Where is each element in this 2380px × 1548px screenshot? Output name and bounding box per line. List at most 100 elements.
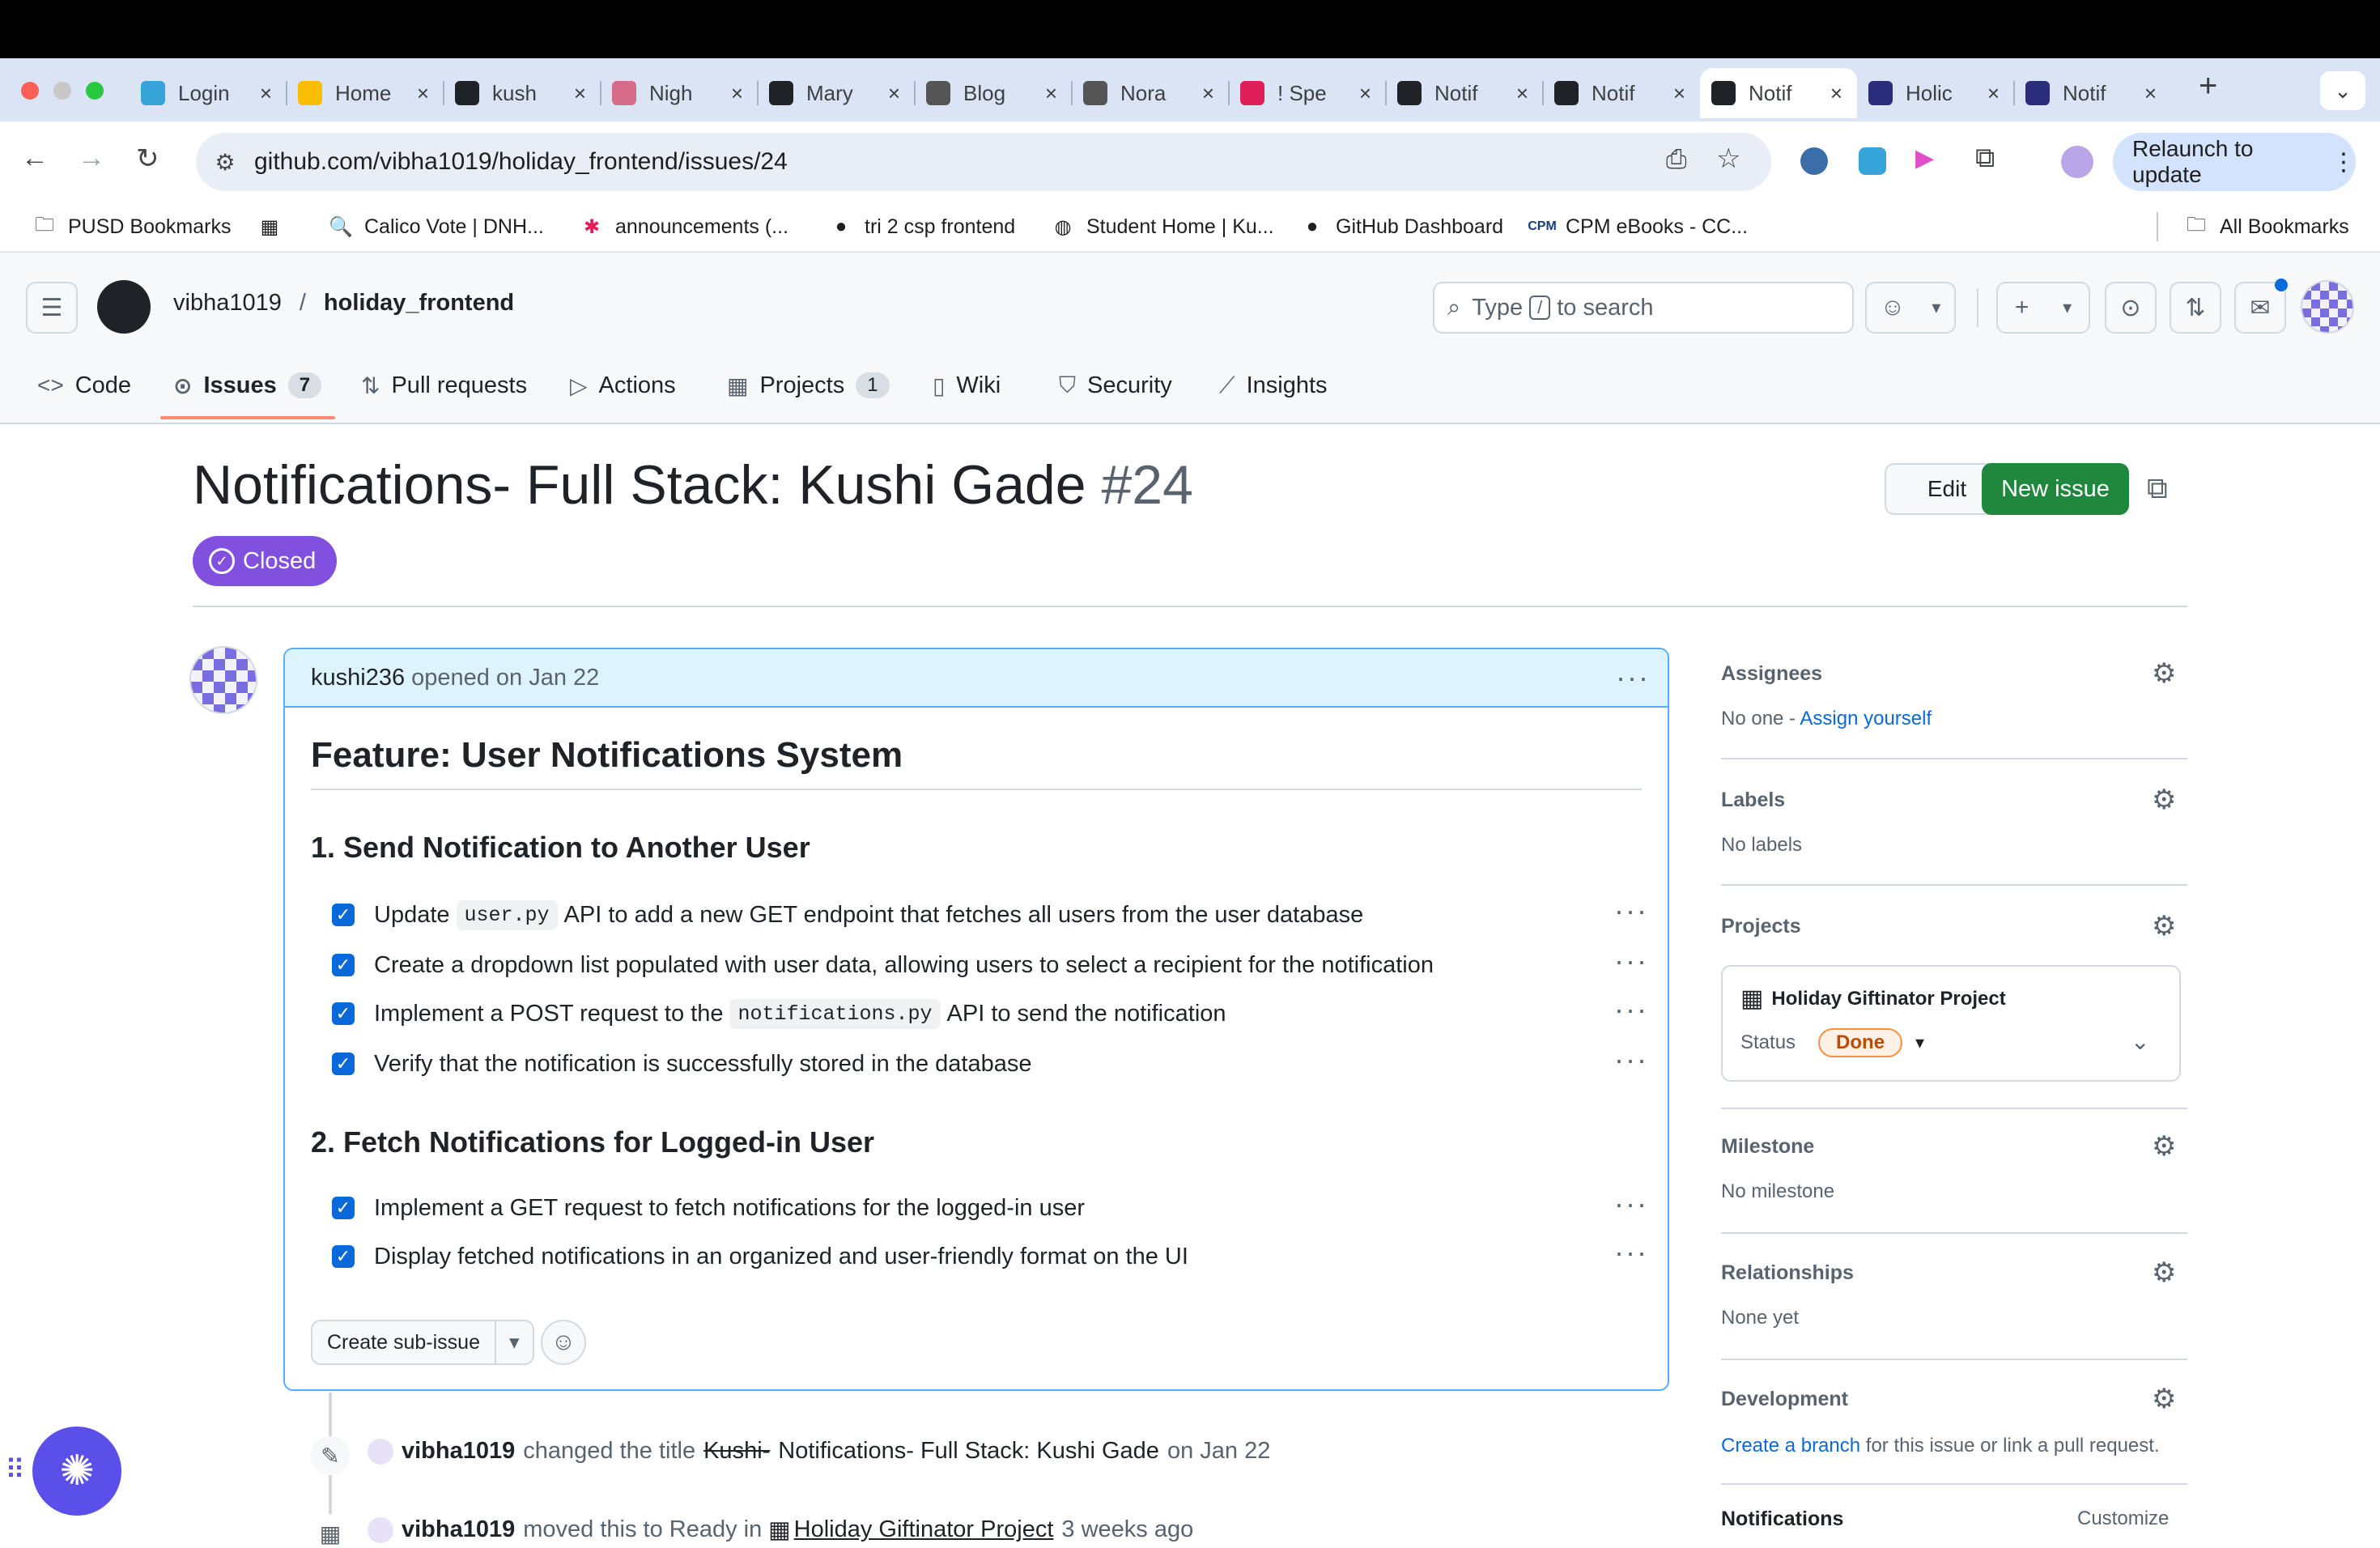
close-tab-icon[interactable]: × bbox=[1516, 81, 1528, 106]
browser-tab[interactable]: Home × bbox=[287, 68, 444, 118]
repo-name-link[interactable]: holiday_frontend bbox=[324, 290, 514, 317]
task-checkbox[interactable]: ✓ bbox=[332, 1197, 355, 1219]
browser-tab[interactable]: Mary × bbox=[758, 68, 915, 118]
tab-actions[interactable]: ▷ Actions bbox=[570, 363, 676, 408]
close-tab-icon[interactable]: × bbox=[1673, 81, 1685, 106]
event-actor[interactable]: vibha1019 bbox=[402, 1516, 515, 1543]
task-checkbox[interactable]: ✓ bbox=[332, 904, 355, 926]
close-tab-icon[interactable]: × bbox=[417, 81, 429, 106]
bookmark-star-icon[interactable]: ☆ bbox=[1716, 142, 1740, 175]
copy-link-icon[interactable]: ⧉ bbox=[2147, 471, 2168, 506]
extension-globe-icon[interactable] bbox=[1800, 147, 1828, 175]
browser-tab[interactable]: kush × bbox=[444, 68, 601, 118]
task-options-icon[interactable]: ··· bbox=[1614, 1235, 1648, 1269]
task-options-icon[interactable]: ··· bbox=[1614, 993, 1648, 1027]
browser-tab[interactable]: ! Spe × bbox=[1229, 68, 1386, 118]
project-name[interactable]: Holiday Giftinator Project bbox=[1771, 988, 2005, 1010]
close-window-button[interactable] bbox=[21, 82, 39, 100]
tab-insights[interactable]: ⟋ Insights bbox=[1219, 363, 1328, 408]
browser-tab[interactable]: Notif × bbox=[1543, 68, 1700, 118]
reload-icon[interactable]: ↻ bbox=[136, 142, 159, 175]
site-settings-icon[interactable]: ⚙ bbox=[207, 149, 243, 176]
repo-owner-link[interactable]: vibha1019 bbox=[173, 290, 282, 317]
bookmark-announcements[interactable]: ✱ announcements (... bbox=[580, 212, 788, 241]
more-menu-icon[interactable]: ⋮ bbox=[2331, 148, 2356, 176]
copilot-button[interactable]: ☺ ▾ bbox=[1865, 282, 1956, 334]
close-tab-icon[interactable]: × bbox=[888, 81, 900, 106]
gear-icon[interactable]: ⚙ bbox=[2152, 1130, 2176, 1163]
project-link[interactable]: Holiday Giftinator Project bbox=[794, 1516, 1054, 1543]
author-link[interactable]: kushi236 bbox=[311, 665, 405, 691]
browser-tab[interactable]: Nora × bbox=[1072, 68, 1229, 118]
hamburger-menu-icon[interactable]: ☰ bbox=[26, 282, 78, 334]
create-branch-link[interactable]: Create a branch bbox=[1721, 1435, 1860, 1457]
all-bookmarks[interactable]: 🗀 All Bookmarks bbox=[2184, 212, 2349, 241]
bookmark-student-home[interactable]: ◍ Student Home | Ku... bbox=[1051, 212, 1274, 241]
apps-grid-icon[interactable]: ▦ bbox=[257, 212, 293, 241]
maximize-window-button[interactable] bbox=[86, 82, 104, 100]
create-new-button[interactable]: + ▾ bbox=[1996, 282, 2090, 334]
author-avatar[interactable] bbox=[189, 646, 257, 714]
pull-requests-icon[interactable]: ⇅ bbox=[2170, 282, 2221, 334]
labels-title[interactable]: Labels bbox=[1721, 789, 1785, 812]
chevron-down-icon[interactable]: ⌄ bbox=[2131, 1028, 2149, 1055]
new-tab-button[interactable]: + bbox=[2199, 68, 2217, 104]
task-options-icon[interactable]: ··· bbox=[1614, 894, 1648, 928]
close-tab-icon[interactable]: × bbox=[2144, 81, 2157, 106]
assignees-title[interactable]: Assignees bbox=[1721, 662, 1822, 686]
tab-pull-requests[interactable]: ⇅ Pull requests bbox=[361, 363, 527, 408]
close-tab-icon[interactable]: × bbox=[1202, 81, 1214, 106]
bookmark-github-dashboard[interactable]: ● GitHub Dashboard bbox=[1300, 212, 1503, 241]
extension-arrow-icon[interactable]: ▶ bbox=[1915, 144, 1934, 172]
forward-arrow-icon[interactable]: → bbox=[78, 142, 105, 174]
gear-icon[interactable]: ⚙ bbox=[2152, 1257, 2176, 1289]
minimize-window-button[interactable] bbox=[53, 82, 71, 100]
issues-icon[interactable]: ⊙ bbox=[2105, 282, 2157, 334]
gear-icon[interactable]: ⚙ bbox=[2152, 1383, 2176, 1415]
milestone-title[interactable]: Milestone bbox=[1721, 1135, 1814, 1159]
projects-title[interactable]: Projects bbox=[1721, 915, 1801, 938]
bookmark-pusd[interactable]: 🗀 PUSD Bookmarks bbox=[32, 212, 231, 241]
browser-tab[interactable]: Blog × bbox=[915, 68, 1072, 118]
create-sub-issue-button[interactable]: Create sub-issue ▾ bbox=[311, 1320, 534, 1365]
gear-icon[interactable]: ⚙ bbox=[2152, 657, 2176, 690]
address-bar[interactable]: ⚙ github.com/vibha1019/holiday_frontend/… bbox=[196, 133, 1771, 191]
development-title[interactable]: Development bbox=[1721, 1388, 1848, 1411]
event-actor[interactable]: vibha1019 bbox=[402, 1438, 515, 1465]
drag-handle-icon[interactable]: ⠿ bbox=[5, 1454, 25, 1486]
browser-tab[interactable]: Notif × bbox=[1386, 68, 1543, 118]
assign-yourself-link[interactable]: Assign yourself bbox=[1800, 708, 1932, 729]
relaunch-button[interactable]: Relaunch to update ⋮ bbox=[2113, 133, 2356, 191]
status-pill[interactable]: Done bbox=[1818, 1028, 1903, 1057]
close-tab-icon[interactable]: × bbox=[260, 81, 272, 106]
caret-down-icon[interactable]: ▾ bbox=[1915, 1032, 1924, 1053]
add-reaction-button[interactable]: ☺ bbox=[541, 1320, 586, 1365]
gear-icon[interactable]: ⚙ bbox=[2152, 910, 2176, 942]
browser-tab[interactable]: Login × bbox=[130, 68, 287, 118]
tab-wiki[interactable]: ▯ Wiki bbox=[933, 363, 1001, 408]
task-checkbox[interactable]: ✓ bbox=[332, 1002, 355, 1025]
search-input[interactable]: ⌕ Type / to search bbox=[1433, 282, 1854, 334]
tab-code[interactable]: <> Code bbox=[37, 363, 131, 408]
task-options-icon[interactable]: ··· bbox=[1614, 944, 1648, 978]
profile-avatar[interactable] bbox=[2061, 146, 2093, 178]
task-checkbox[interactable]: ✓ bbox=[332, 1053, 355, 1075]
tab-issues[interactable]: ⊙ Issues 7 bbox=[173, 363, 322, 408]
bookmark-calico[interactable]: 🔍 Calico Vote | DNH... bbox=[329, 212, 544, 241]
task-options-icon[interactable]: ··· bbox=[1614, 1043, 1648, 1077]
gear-icon[interactable]: ⚙ bbox=[2152, 784, 2176, 816]
close-tab-icon[interactable]: × bbox=[1987, 81, 2000, 106]
customize-link[interactable]: Customize bbox=[2077, 1508, 2169, 1530]
user-avatar[interactable] bbox=[2301, 280, 2354, 334]
comment-options-icon[interactable]: ··· bbox=[1616, 661, 1650, 695]
github-logo-icon[interactable] bbox=[97, 280, 151, 334]
new-issue-button[interactable]: New issue bbox=[1982, 463, 2129, 515]
back-arrow-icon[interactable]: ← bbox=[21, 142, 49, 174]
browser-tab[interactable]: Holic × bbox=[1857, 68, 2014, 118]
task-checkbox[interactable]: ✓ bbox=[332, 1245, 355, 1268]
tab-projects[interactable]: ▦ Projects 1 bbox=[727, 363, 890, 408]
task-options-icon[interactable]: ··· bbox=[1614, 1187, 1648, 1221]
close-tab-icon[interactable]: × bbox=[1359, 81, 1371, 106]
browser-tab[interactable]: Notif × bbox=[1700, 68, 1857, 118]
close-tab-icon[interactable]: × bbox=[574, 81, 586, 106]
